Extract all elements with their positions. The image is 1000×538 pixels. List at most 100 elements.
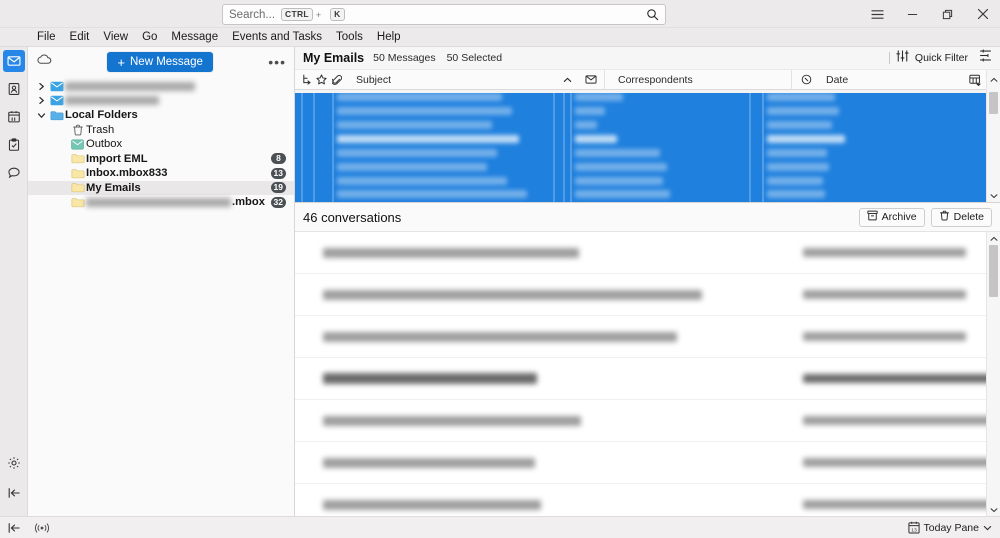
conversation-subject [323, 373, 803, 384]
message-list-scroll-up-button[interactable] [986, 70, 1000, 90]
collapse-rail-icon[interactable] [3, 482, 25, 504]
conversation-row-6[interactable] [295, 442, 986, 484]
svg-text:13: 13 [911, 527, 917, 533]
menu-help[interactable]: Help [370, 28, 408, 47]
folder-row-outbox[interactable]: Outbox [28, 137, 294, 152]
col-correspondents[interactable]: Correspondents [605, 70, 791, 89]
message-list-scrollbar[interactable] [986, 90, 1000, 202]
mail-icon[interactable] [2, 50, 25, 72]
search-icon[interactable] [646, 8, 659, 21]
today-pane-button[interactable]: 13 Today Pane [907, 521, 992, 534]
display-options-icon[interactable] [979, 49, 992, 67]
spaces-toolbar [0, 47, 28, 516]
message-row[interactable] [295, 104, 986, 118]
message-row[interactable] [295, 174, 986, 188]
search-input[interactable]: Search... CTRL + K [222, 4, 666, 25]
message-row[interactable] [295, 90, 986, 104]
menu-view[interactable]: View [96, 28, 135, 47]
menu-file[interactable]: File [30, 28, 63, 47]
unread-icon[interactable] [583, 74, 598, 85]
filter-icon[interactable] [896, 49, 909, 67]
menu-edit[interactable]: Edit [63, 28, 97, 47]
collapse-icon[interactable] [0, 522, 28, 534]
conversation-scroll-up-button[interactable] [987, 232, 1000, 245]
spam-icon[interactable] [799, 74, 814, 85]
page-title: My Emails [303, 51, 365, 65]
folder-row-redacted-mbox[interactable]: .mbox 32 [28, 195, 294, 210]
chevron-right-icon[interactable] [34, 82, 48, 91]
folder-pane-more-button[interactable]: ••• [268, 55, 286, 69]
conversation-correspondent [803, 290, 982, 299]
chevron-right-icon[interactable] [34, 96, 48, 105]
search-kbd-k: K [330, 8, 345, 21]
conversation-row-4[interactable] [295, 358, 986, 400]
menu-tools[interactable]: Tools [329, 28, 370, 47]
column-picker-icon[interactable] [967, 74, 982, 86]
thunderbird-window: Search... CTRL + K File Edit View Go Mes… [0, 0, 1000, 538]
scrollbar-track[interactable] [987, 245, 1000, 503]
conversation-list[interactable] [295, 232, 986, 516]
message-list-header-actions: Quick Filter [888, 49, 996, 67]
menu-events-and-tasks[interactable]: Events and Tasks [225, 28, 329, 47]
status-bar: 13 Today Pane [0, 516, 1000, 538]
scrollbar-thumb[interactable] [989, 245, 998, 297]
menu-go[interactable]: Go [135, 28, 164, 47]
new-message-label: New Message [130, 56, 203, 68]
message-row[interactable] [295, 160, 986, 174]
folder-label-redacted [86, 197, 231, 207]
minimize-button[interactable] [895, 0, 930, 28]
close-button[interactable] [965, 0, 1000, 28]
message-row[interactable] [295, 146, 986, 160]
archive-button[interactable]: Archive [858, 207, 925, 227]
address-book-icon[interactable] [3, 78, 25, 100]
outbox-icon [69, 139, 86, 150]
conversation-row-7[interactable] [295, 484, 986, 516]
conversation-subject [323, 499, 803, 510]
conversation-row-5[interactable] [295, 400, 986, 442]
message-row[interactable] [295, 132, 986, 146]
folder-row-account-2[interactable] [28, 94, 294, 109]
folder-row-import-eml[interactable]: Import EML 8 [28, 152, 294, 167]
folder-row-my-emails[interactable]: My Emails 19 [28, 180, 294, 195]
message-list-scroll-down-button[interactable] [987, 189, 1000, 202]
message-list-selected-rows[interactable] [295, 90, 986, 202]
conversation-row-1[interactable] [295, 232, 986, 274]
col-date[interactable]: Date [814, 70, 967, 89]
conversation-row-3[interactable] [295, 316, 986, 358]
new-message-button[interactable]: + New Message [107, 52, 213, 72]
delete-button[interactable]: Delete [930, 207, 992, 227]
folder-label: Import EML [86, 152, 148, 165]
scrollbar-thumb[interactable] [989, 92, 998, 114]
chat-icon[interactable] [3, 162, 25, 184]
folder-row-account-1[interactable] [28, 79, 294, 94]
calendar-icon[interactable] [3, 106, 25, 128]
col-subject[interactable]: Subject [344, 70, 577, 89]
folder-row-local-folders[interactable]: Local Folders [28, 108, 294, 123]
message-row[interactable] [295, 188, 986, 202]
paperclip-icon[interactable] [329, 74, 344, 86]
tasks-icon[interactable] [3, 134, 25, 156]
settings-gear-icon[interactable] [3, 452, 25, 474]
conversation-row-2[interactable] [295, 274, 986, 316]
cloud-sync-icon[interactable] [36, 53, 52, 71]
column-divider[interactable] [791, 69, 792, 90]
folder-row-trash[interactable]: Trash [28, 123, 294, 138]
app-menu-button[interactable] [860, 0, 895, 28]
window-controls [860, 0, 1000, 28]
scrollbar-track[interactable] [987, 90, 1000, 189]
conversation-scroll-down-button[interactable] [987, 503, 1000, 516]
message-row[interactable] [295, 118, 986, 132]
separator [888, 52, 890, 64]
search-kbd-ctrl: CTRL [281, 8, 313, 21]
star-icon[interactable] [314, 74, 329, 85]
chevron-down-icon[interactable] [34, 112, 48, 119]
menu-message[interactable]: Message [164, 28, 225, 47]
quick-filter-label[interactable]: Quick Filter [915, 52, 968, 64]
thread-icon[interactable] [299, 74, 314, 85]
folder-tree: Local Folders Trash Outbox Import EML 8 … [28, 77, 294, 210]
search-kbd-plus: + [315, 9, 322, 20]
restore-button[interactable] [930, 0, 965, 28]
folder-row-inbox-mbox833[interactable]: Inbox.mbox833 13 [28, 166, 294, 181]
conversation-list-scrollbar[interactable] [986, 232, 1000, 516]
selected-count: 50 Selected [446, 52, 503, 64]
